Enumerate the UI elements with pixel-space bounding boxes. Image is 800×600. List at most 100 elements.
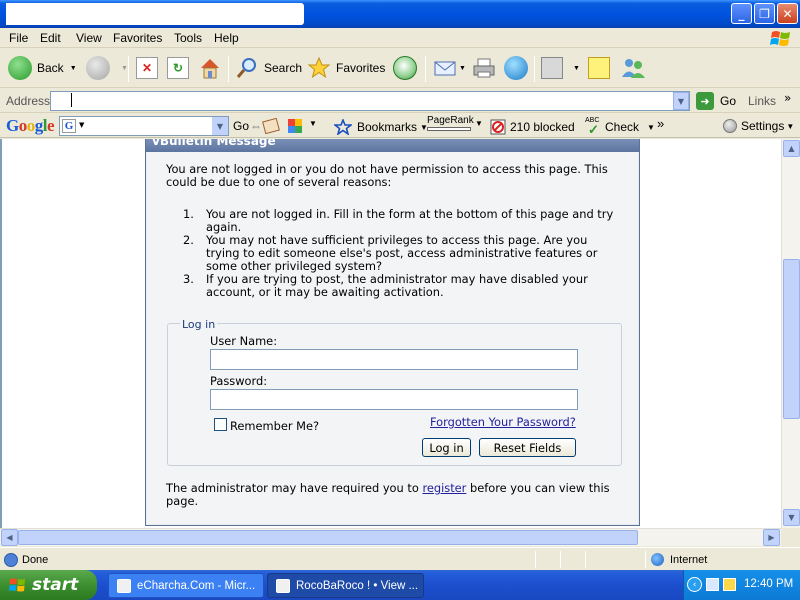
forgot-password-link[interactable]: Forgotten Your Password? (430, 415, 576, 429)
taskbar-button-echarcha[interactable]: eCharcha.Com - Micr... (108, 573, 264, 598)
google-search-badge: G (62, 119, 76, 133)
notes-button[interactable] (588, 54, 610, 82)
menu-view[interactable]: View (76, 31, 102, 45)
messenger-icon (504, 56, 528, 80)
address-dropdown-icon[interactable]: ▼ (673, 92, 689, 110)
mail-button[interactable]: ▼ (433, 54, 466, 82)
settings-icon (723, 119, 737, 133)
back-label: Back (37, 61, 64, 75)
start-button[interactable]: start (0, 570, 97, 600)
start-label: start (32, 575, 79, 595)
scroll-left-icon[interactable]: ◀ (1, 529, 18, 546)
clock: 12:40 PM (744, 578, 794, 590)
forward-icon (86, 56, 110, 80)
panel-body: You are not logged in or you do not have… (147, 152, 638, 524)
status-text: Done (22, 554, 49, 566)
window-titlebar: _ ❐ ✕ (0, 0, 800, 28)
refresh-icon: ↻ (167, 57, 189, 79)
popup-blocked-icon (490, 119, 506, 135)
history-button[interactable] (393, 54, 422, 82)
register-message: The administrator may have required you … (166, 482, 626, 508)
google-engine-dropdown-icon[interactable]: ▼ (79, 121, 84, 129)
spellcheck-button[interactable]: ABC ✓ Check ▼ (585, 117, 655, 137)
text-caret (71, 93, 72, 107)
forward-button[interactable]: ▼ (86, 54, 128, 82)
highlight-icon[interactable] (287, 118, 303, 134)
search-button[interactable]: Search (235, 54, 302, 82)
network-icon[interactable] (706, 578, 719, 591)
google-history-dropdown-icon[interactable]: ▼ (212, 117, 228, 135)
vertical-scroll-thumb[interactable] (783, 259, 800, 419)
popup-blocker-button[interactable]: 210 blocked (490, 119, 575, 135)
list-number: 3. (183, 272, 194, 286)
close-button[interactable]: ✕ (777, 3, 798, 24)
windows-logo-icon (770, 31, 790, 46)
google-logo[interactable]: Google (6, 116, 55, 136)
status-separator (535, 551, 536, 568)
links-chevron-icon[interactable]: » (784, 91, 791, 105)
google-search-input[interactable]: G ▼ ▼ (59, 116, 229, 136)
address-bar: Address ▼ ➜ Go Links » (0, 89, 800, 113)
people-button[interactable] (620, 54, 646, 82)
list-item: 3. If you are trying to post, the admini… (181, 273, 621, 299)
back-button[interactable]: Back ▼ (8, 54, 77, 82)
menu-tools[interactable]: Tools (174, 31, 202, 45)
google-go-button[interactable]: Go (233, 119, 249, 133)
research-dropdown-icon[interactable]: ▼ (573, 65, 580, 72)
panel-title: vBulletin Message (146, 139, 639, 152)
highlight-dropdown-icon[interactable]: ▼ (309, 119, 317, 128)
horizontal-scroll-thumb[interactable] (18, 530, 638, 545)
stop-button[interactable]: ✕ (136, 54, 158, 82)
address-input[interactable] (50, 91, 690, 111)
remember-me-label[interactable]: Remember Me? (230, 419, 319, 433)
volume-icon[interactable] (723, 578, 736, 591)
mail-dropdown-icon[interactable]: ▼ (459, 65, 466, 72)
username-field[interactable] (210, 349, 578, 370)
register-message-text: The administrator may have required you … (166, 481, 423, 495)
minimize-button[interactable]: _ (731, 3, 752, 24)
settings-dropdown-icon: ▼ (786, 121, 795, 131)
status-separator (645, 551, 646, 568)
print-icon (473, 58, 495, 78)
pagerank-dropdown-icon[interactable]: ▼ (475, 119, 483, 128)
bookmarks-button[interactable]: Bookmarks ▼ (334, 119, 428, 135)
forward-dropdown-icon[interactable]: ▼ (121, 65, 128, 72)
tray-expand-icon[interactable]: ‹ (687, 577, 702, 592)
windows-flag-icon (9, 578, 25, 592)
google-settings-button[interactable]: Settings ▼ (723, 119, 794, 133)
restore-button[interactable]: ❐ (754, 3, 775, 24)
google-more-chevron-icon[interactable]: » (657, 116, 664, 131)
favorites-button[interactable]: Favorites (307, 54, 385, 82)
home-button[interactable] (198, 54, 222, 82)
favorites-icon (307, 56, 331, 79)
back-dropdown-icon[interactable]: ▼ (70, 65, 77, 72)
vertical-scrollbar[interactable]: ▲ ▼ (781, 139, 800, 528)
password-label: Password: (210, 374, 268, 388)
menu-edit[interactable]: Edit (40, 31, 61, 45)
scroll-down-icon[interactable]: ▼ (783, 509, 800, 526)
toolbar-separator (228, 56, 229, 82)
bookmarks-label: Bookmarks (357, 120, 418, 134)
horizontal-scrollbar[interactable]: ◀ ▶ (0, 528, 781, 546)
research-button[interactable]: ▼ (541, 54, 580, 82)
scroll-up-icon[interactable]: ▲ (783, 140, 800, 157)
menu-help[interactable]: Help (214, 31, 239, 45)
menu-favorites[interactable]: Favorites (113, 31, 162, 45)
print-button[interactable] (472, 54, 496, 82)
remember-me-checkbox[interactable] (214, 418, 227, 431)
password-field[interactable] (210, 389, 578, 410)
news-icon[interactable] (262, 118, 280, 134)
messenger-button[interactable] (504, 54, 533, 82)
refresh-button[interactable]: ↻ (167, 54, 189, 82)
links-button[interactable]: Links (748, 94, 776, 108)
go-button[interactable]: ➜ Go (696, 91, 736, 111)
menu-file[interactable]: File (9, 31, 28, 45)
taskbar-button-rocobaroco[interactable]: RocoBaRoco ! • View ... (267, 573, 424, 598)
reset-fields-button[interactable]: Reset Fields (479, 438, 576, 457)
pagerank-widget[interactable]: PageRank (427, 115, 474, 131)
scroll-right-icon[interactable]: ▶ (763, 529, 780, 546)
list-text: You are not logged in. Fill in the form … (206, 207, 614, 234)
spellcheck-label: Check (605, 120, 640, 134)
login-button[interactable]: Log in (422, 438, 471, 457)
register-link[interactable]: register (422, 481, 466, 495)
